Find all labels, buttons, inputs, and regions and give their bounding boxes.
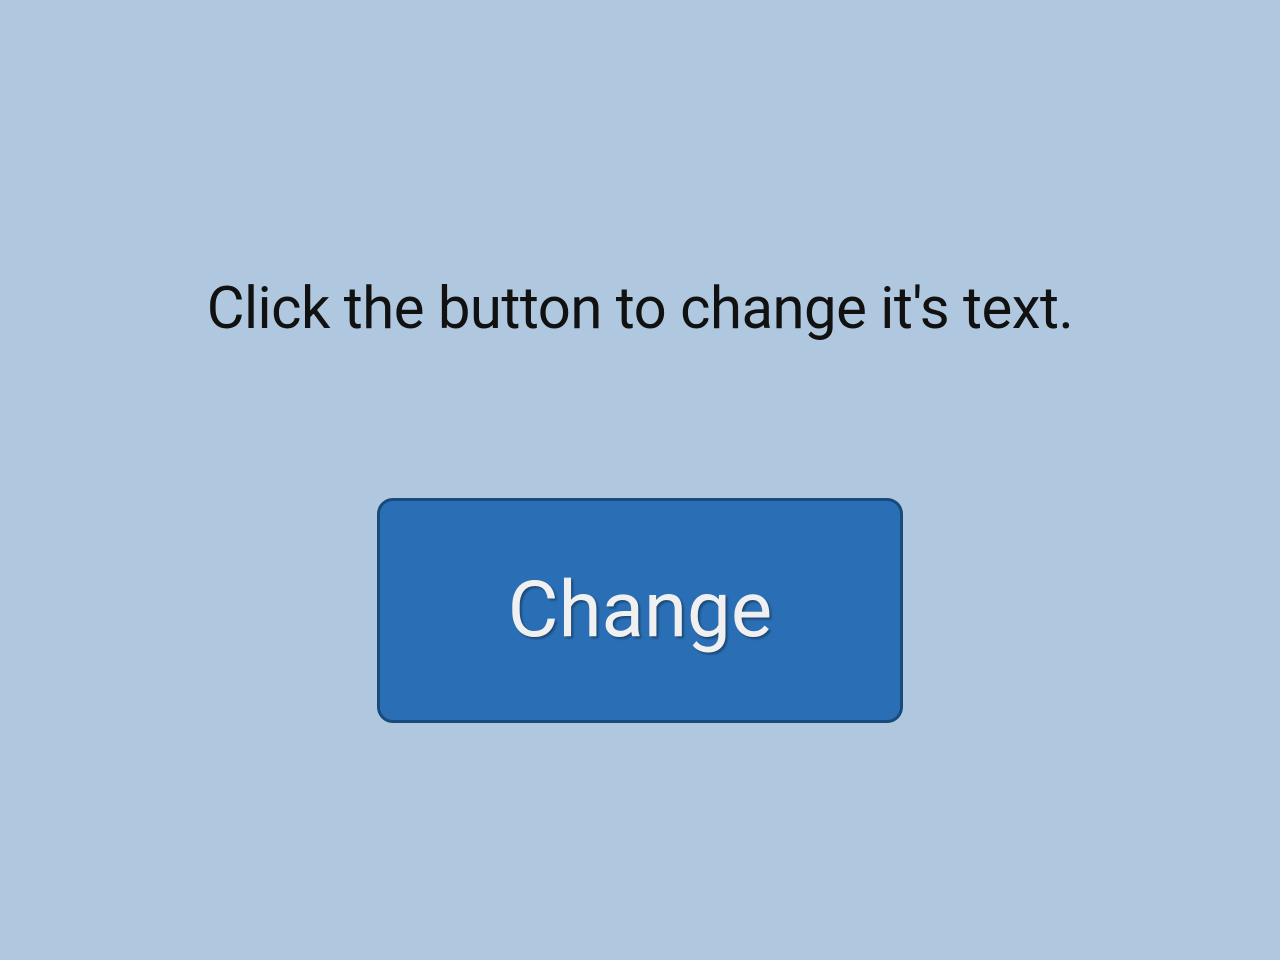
change-button[interactable]: Change bbox=[377, 498, 903, 723]
instruction-text: Click the button to change it's text. bbox=[207, 275, 1074, 343]
